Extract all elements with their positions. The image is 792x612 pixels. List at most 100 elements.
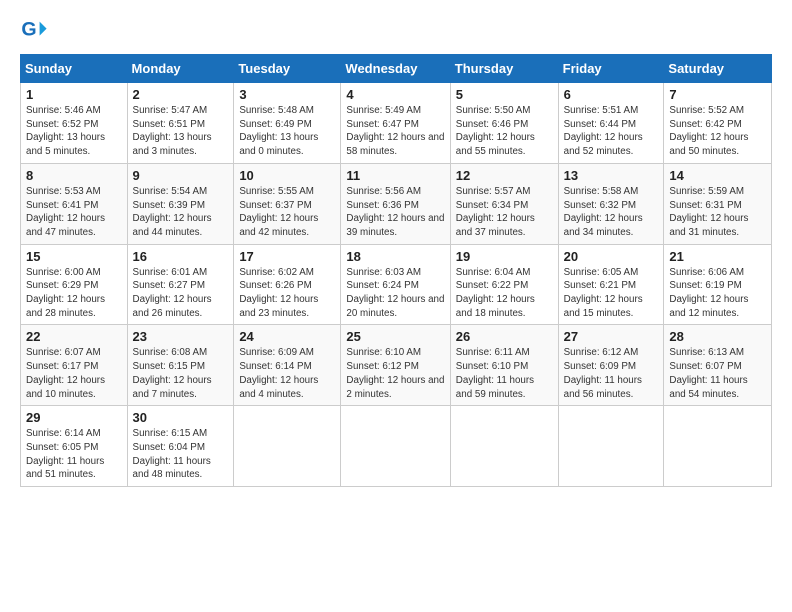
weekday-header: Friday	[558, 55, 664, 83]
calendar-cell: 14 Sunrise: 5:59 AMSunset: 6:31 PMDaylig…	[664, 163, 772, 244]
weekday-header: Tuesday	[234, 55, 341, 83]
day-number: 5	[456, 87, 553, 102]
day-detail: Sunrise: 5:54 AMSunset: 6:39 PMDaylight:…	[133, 186, 212, 238]
header: G	[20, 16, 772, 44]
calendar-body: 1 Sunrise: 5:46 AMSunset: 6:52 PMDayligh…	[21, 83, 772, 487]
day-detail: Sunrise: 6:01 AMSunset: 6:27 PMDaylight:…	[133, 267, 212, 319]
calendar-cell: 20 Sunrise: 6:05 AMSunset: 6:21 PMDaylig…	[558, 244, 664, 325]
calendar-cell	[558, 406, 664, 487]
day-number: 26	[456, 329, 553, 344]
calendar-cell: 11 Sunrise: 5:56 AMSunset: 6:36 PMDaylig…	[341, 163, 450, 244]
day-number: 2	[133, 87, 229, 102]
calendar-week-row: 8 Sunrise: 5:53 AMSunset: 6:41 PMDayligh…	[21, 163, 772, 244]
weekday-header: Wednesday	[341, 55, 450, 83]
day-detail: Sunrise: 6:13 AMSunset: 6:07 PMDaylight:…	[669, 347, 747, 399]
day-detail: Sunrise: 6:03 AMSunset: 6:24 PMDaylight:…	[346, 267, 444, 319]
calendar-cell: 18 Sunrise: 6:03 AMSunset: 6:24 PMDaylig…	[341, 244, 450, 325]
day-detail: Sunrise: 5:50 AMSunset: 6:46 PMDaylight:…	[456, 105, 535, 157]
weekday-header: Saturday	[664, 55, 772, 83]
day-number: 4	[346, 87, 444, 102]
calendar-cell: 10 Sunrise: 5:55 AMSunset: 6:37 PMDaylig…	[234, 163, 341, 244]
day-detail: Sunrise: 5:57 AMSunset: 6:34 PMDaylight:…	[456, 186, 535, 238]
day-detail: Sunrise: 6:08 AMSunset: 6:15 PMDaylight:…	[133, 347, 212, 399]
calendar-week-row: 15 Sunrise: 6:00 AMSunset: 6:29 PMDaylig…	[21, 244, 772, 325]
calendar-cell: 13 Sunrise: 5:58 AMSunset: 6:32 PMDaylig…	[558, 163, 664, 244]
day-number: 29	[26, 410, 122, 425]
day-number: 8	[26, 168, 122, 183]
calendar-cell	[341, 406, 450, 487]
calendar-cell: 29 Sunrise: 6:14 AMSunset: 6:05 PMDaylig…	[21, 406, 128, 487]
weekday-header: Thursday	[450, 55, 558, 83]
day-detail: Sunrise: 6:15 AMSunset: 6:04 PMDaylight:…	[133, 428, 211, 480]
day-number: 7	[669, 87, 766, 102]
calendar-cell: 8 Sunrise: 5:53 AMSunset: 6:41 PMDayligh…	[21, 163, 128, 244]
calendar-cell: 19 Sunrise: 6:04 AMSunset: 6:22 PMDaylig…	[450, 244, 558, 325]
day-number: 21	[669, 249, 766, 264]
calendar-cell	[450, 406, 558, 487]
calendar-cell: 25 Sunrise: 6:10 AMSunset: 6:12 PMDaylig…	[341, 325, 450, 406]
day-detail: Sunrise: 6:02 AMSunset: 6:26 PMDaylight:…	[239, 267, 318, 319]
day-detail: Sunrise: 5:46 AMSunset: 6:52 PMDaylight:…	[26, 105, 105, 157]
calendar-cell: 3 Sunrise: 5:48 AMSunset: 6:49 PMDayligh…	[234, 83, 341, 164]
day-number: 22	[26, 329, 122, 344]
day-detail: Sunrise: 5:59 AMSunset: 6:31 PMDaylight:…	[669, 186, 748, 238]
day-detail: Sunrise: 5:47 AMSunset: 6:51 PMDaylight:…	[133, 105, 212, 157]
calendar-week-row: 1 Sunrise: 5:46 AMSunset: 6:52 PMDayligh…	[21, 83, 772, 164]
logo: G	[20, 16, 52, 44]
calendar-header-row: SundayMondayTuesdayWednesdayThursdayFrid…	[21, 55, 772, 83]
day-number: 28	[669, 329, 766, 344]
day-detail: Sunrise: 6:11 AMSunset: 6:10 PMDaylight:…	[456, 347, 534, 399]
calendar-week-row: 29 Sunrise: 6:14 AMSunset: 6:05 PMDaylig…	[21, 406, 772, 487]
calendar-week-row: 22 Sunrise: 6:07 AMSunset: 6:17 PMDaylig…	[21, 325, 772, 406]
day-number: 3	[239, 87, 335, 102]
day-number: 18	[346, 249, 444, 264]
day-detail: Sunrise: 6:06 AMSunset: 6:19 PMDaylight:…	[669, 267, 748, 319]
calendar-cell: 28 Sunrise: 6:13 AMSunset: 6:07 PMDaylig…	[664, 325, 772, 406]
calendar-cell: 16 Sunrise: 6:01 AMSunset: 6:27 PMDaylig…	[127, 244, 234, 325]
calendar-cell: 6 Sunrise: 5:51 AMSunset: 6:44 PMDayligh…	[558, 83, 664, 164]
day-number: 25	[346, 329, 444, 344]
day-number: 9	[133, 168, 229, 183]
day-number: 6	[564, 87, 659, 102]
svg-text:G: G	[21, 19, 36, 41]
day-number: 10	[239, 168, 335, 183]
day-detail: Sunrise: 6:10 AMSunset: 6:12 PMDaylight:…	[346, 347, 444, 399]
day-detail: Sunrise: 6:04 AMSunset: 6:22 PMDaylight:…	[456, 267, 535, 319]
day-number: 23	[133, 329, 229, 344]
calendar-page: G SundayMondayTuesdayWednesdayThursdayFr…	[0, 0, 792, 497]
day-number: 11	[346, 168, 444, 183]
day-detail: Sunrise: 6:12 AMSunset: 6:09 PMDaylight:…	[564, 347, 642, 399]
day-detail: Sunrise: 6:07 AMSunset: 6:17 PMDaylight:…	[26, 347, 105, 399]
day-number: 13	[564, 168, 659, 183]
day-number: 15	[26, 249, 122, 264]
calendar-cell: 12 Sunrise: 5:57 AMSunset: 6:34 PMDaylig…	[450, 163, 558, 244]
calendar-cell: 24 Sunrise: 6:09 AMSunset: 6:14 PMDaylig…	[234, 325, 341, 406]
day-detail: Sunrise: 5:53 AMSunset: 6:41 PMDaylight:…	[26, 186, 105, 238]
calendar-cell: 17 Sunrise: 6:02 AMSunset: 6:26 PMDaylig…	[234, 244, 341, 325]
day-number: 24	[239, 329, 335, 344]
day-number: 17	[239, 249, 335, 264]
day-detail: Sunrise: 6:09 AMSunset: 6:14 PMDaylight:…	[239, 347, 318, 399]
calendar-cell: 9 Sunrise: 5:54 AMSunset: 6:39 PMDayligh…	[127, 163, 234, 244]
calendar-cell: 23 Sunrise: 6:08 AMSunset: 6:15 PMDaylig…	[127, 325, 234, 406]
day-detail: Sunrise: 6:14 AMSunset: 6:05 PMDaylight:…	[26, 428, 104, 480]
calendar-table: SundayMondayTuesdayWednesdayThursdayFrid…	[20, 54, 772, 487]
calendar-cell: 26 Sunrise: 6:11 AMSunset: 6:10 PMDaylig…	[450, 325, 558, 406]
weekday-header: Monday	[127, 55, 234, 83]
day-detail: Sunrise: 5:55 AMSunset: 6:37 PMDaylight:…	[239, 186, 318, 238]
day-detail: Sunrise: 5:52 AMSunset: 6:42 PMDaylight:…	[669, 105, 748, 157]
calendar-cell	[664, 406, 772, 487]
calendar-cell: 4 Sunrise: 5:49 AMSunset: 6:47 PMDayligh…	[341, 83, 450, 164]
calendar-cell: 2 Sunrise: 5:47 AMSunset: 6:51 PMDayligh…	[127, 83, 234, 164]
day-number: 27	[564, 329, 659, 344]
day-number: 30	[133, 410, 229, 425]
day-detail: Sunrise: 5:48 AMSunset: 6:49 PMDaylight:…	[239, 105, 318, 157]
calendar-cell: 22 Sunrise: 6:07 AMSunset: 6:17 PMDaylig…	[21, 325, 128, 406]
day-detail: Sunrise: 6:05 AMSunset: 6:21 PMDaylight:…	[564, 267, 643, 319]
day-number: 19	[456, 249, 553, 264]
day-detail: Sunrise: 5:51 AMSunset: 6:44 PMDaylight:…	[564, 105, 643, 157]
calendar-cell: 1 Sunrise: 5:46 AMSunset: 6:52 PMDayligh…	[21, 83, 128, 164]
weekday-header: Sunday	[21, 55, 128, 83]
calendar-cell: 5 Sunrise: 5:50 AMSunset: 6:46 PMDayligh…	[450, 83, 558, 164]
calendar-cell: 7 Sunrise: 5:52 AMSunset: 6:42 PMDayligh…	[664, 83, 772, 164]
